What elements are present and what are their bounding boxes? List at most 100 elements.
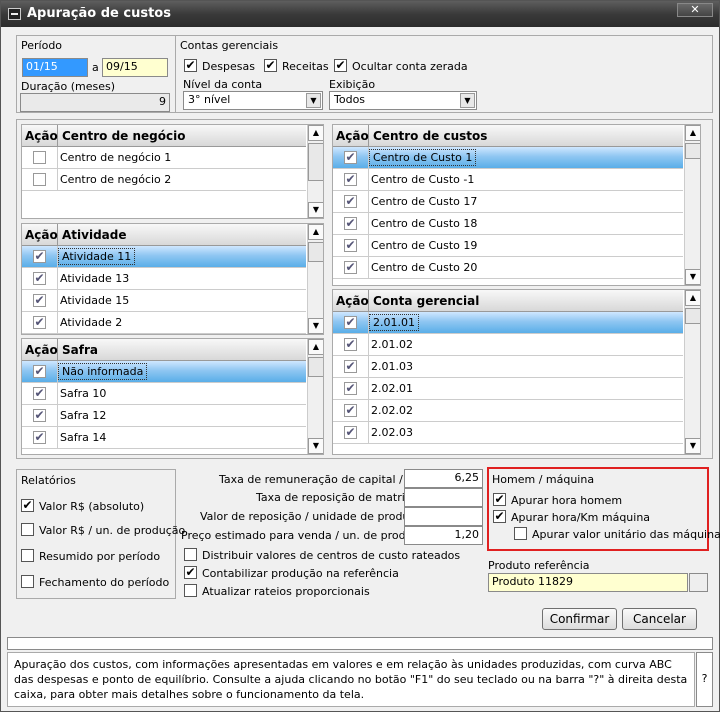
list-item[interactable]: ✔ 2.02.01 xyxy=(333,378,683,400)
taxa-input[interactable]: 6,25 xyxy=(404,469,483,488)
period-from-input[interactable]: 01/15 xyxy=(22,58,88,77)
produto-label: Produto referência xyxy=(488,559,590,572)
row-checkbox[interactable]: ✔ xyxy=(344,338,357,351)
ocultar-checkbox[interactable]: ✔ xyxy=(334,59,347,72)
list-item[interactable]: ✔ Centro de Custo 17 xyxy=(333,191,683,213)
row-checkbox[interactable]: ✔ xyxy=(33,431,46,444)
period-separator: a xyxy=(92,61,99,74)
scroll-thumb[interactable] xyxy=(685,308,700,324)
scroll-down-icon[interactable]: ▼ xyxy=(308,202,323,218)
valor-reposicao-input[interactable] xyxy=(404,507,483,526)
scroll-up-icon[interactable]: ▲ xyxy=(685,290,700,306)
valor-absoluto-checkbox[interactable]: ✔ xyxy=(21,499,34,512)
exibicao-select[interactable]: Todos ▼ xyxy=(329,91,477,110)
row-checkbox[interactable]: ✔ xyxy=(33,316,46,329)
list-item-selected[interactable]: ✔ 2.01.01 xyxy=(333,312,683,334)
main-window: Apuração de custos ✕ Período 01/15 a 09/… xyxy=(0,0,720,712)
row-checkbox[interactable]: ✔ xyxy=(33,387,46,400)
scroll-up-icon[interactable]: ▲ xyxy=(308,125,323,141)
row-checkbox[interactable]: ✔ xyxy=(344,426,357,439)
list-item[interactable]: ✔ Atividade 2 xyxy=(22,312,306,334)
period-to-input[interactable]: 09/15 xyxy=(102,58,168,77)
row-checkbox[interactable] xyxy=(33,151,46,164)
close-button[interactable]: ✕ xyxy=(677,3,713,17)
scrollbar[interactable]: ▲ ▼ xyxy=(307,224,323,334)
list-item[interactable]: ✔ Centro de Custo -1 xyxy=(333,169,683,191)
help-button[interactable]: ? xyxy=(696,652,713,707)
contabilizar-checkbox[interactable]: ✔ xyxy=(184,566,197,579)
scroll-thumb[interactable] xyxy=(308,143,323,181)
reposicao-input[interactable] xyxy=(404,488,483,507)
row-checkbox[interactable]: ✔ xyxy=(344,382,357,395)
list-item[interactable]: Centro de negócio 2 xyxy=(22,169,306,191)
confirmar-button[interactable]: Confirmar xyxy=(542,608,617,630)
list-item[interactable]: ✔ 2.02.03 xyxy=(333,422,683,444)
row-checkbox[interactable]: ✔ xyxy=(344,360,357,373)
window-menu-icon[interactable] xyxy=(8,8,21,20)
receitas-checkbox[interactable]: ✔ xyxy=(264,59,277,72)
produto-lookup-button[interactable] xyxy=(689,573,708,592)
scroll-thumb[interactable] xyxy=(308,242,323,262)
preco-input[interactable]: 1,20 xyxy=(404,526,483,545)
row-checkbox[interactable]: ✔ xyxy=(33,250,46,263)
list-item[interactable]: Centro de negócio 1 xyxy=(22,147,306,169)
list-item[interactable]: ✔ 2.01.02 xyxy=(333,334,683,356)
hora-homem-checkbox[interactable]: ✔ xyxy=(493,493,506,506)
cancelar-button[interactable]: Cancelar xyxy=(622,608,697,630)
row-checkbox[interactable]: ✔ xyxy=(344,151,357,164)
row-checkbox[interactable]: ✔ xyxy=(344,195,357,208)
scrollbar[interactable]: ▲ ▼ xyxy=(307,125,323,218)
scrollbar[interactable]: ▲ ▼ xyxy=(307,339,323,454)
row-checkbox[interactable]: ✔ xyxy=(33,272,46,285)
list-item[interactable]: ✔ 2.02.02 xyxy=(333,400,683,422)
list-item[interactable]: ✔ Safra 12 xyxy=(22,405,306,427)
list-item[interactable]: ✔ Atividade 15 xyxy=(22,290,306,312)
scroll-down-icon[interactable]: ▼ xyxy=(308,318,323,334)
row-checkbox[interactable]: ✔ xyxy=(344,316,357,329)
list-item-selected[interactable]: ✔ Não informada xyxy=(22,361,306,383)
scroll-thumb[interactable] xyxy=(685,143,700,159)
scroll-up-icon[interactable]: ▲ xyxy=(308,339,323,355)
scrollbar[interactable]: ▲ ▼ xyxy=(684,125,700,285)
valor-unitario-checkbox[interactable] xyxy=(514,527,527,540)
row-checkbox[interactable]: ✔ xyxy=(33,409,46,422)
scroll-down-icon[interactable]: ▼ xyxy=(685,269,700,285)
chevron-down-icon[interactable]: ▼ xyxy=(306,93,321,108)
hora-km-checkbox[interactable]: ✔ xyxy=(493,510,506,523)
nivel-select[interactable]: 3° nível ▼ xyxy=(183,91,323,110)
valor-unidade-label: Valor R$ / un. de produção xyxy=(39,524,186,537)
row-checkbox[interactable]: ✔ xyxy=(33,365,46,378)
valor-unidade-checkbox[interactable] xyxy=(21,523,34,536)
row-checkbox[interactable]: ✔ xyxy=(344,239,357,252)
produto-input[interactable]: Produto 11829 xyxy=(488,573,688,592)
scroll-down-icon[interactable]: ▼ xyxy=(685,438,700,454)
resumido-checkbox[interactable] xyxy=(21,549,34,562)
scroll-thumb[interactable] xyxy=(308,357,323,377)
list-item[interactable]: ✔ 2.01.03 xyxy=(333,356,683,378)
fechamento-checkbox[interactable] xyxy=(21,575,34,588)
list-item[interactable]: ✔ Centro de Custo 18 xyxy=(333,213,683,235)
scroll-down-icon[interactable]: ▼ xyxy=(308,438,323,454)
list-item[interactable]: ✔ Safra 14 xyxy=(22,427,306,449)
row-checkbox[interactable]: ✔ xyxy=(344,217,357,230)
scroll-up-icon[interactable]: ▲ xyxy=(685,125,700,141)
scrollbar[interactable]: ▲ ▼ xyxy=(684,290,700,454)
row-checkbox[interactable] xyxy=(33,173,46,186)
list-item[interactable]: ✔ Atividade 13 xyxy=(22,268,306,290)
list-item-selected[interactable]: ✔ Centro de Custo 1 xyxy=(333,147,683,169)
scroll-up-icon[interactable]: ▲ xyxy=(308,224,323,240)
despesas-checkbox[interactable]: ✔ xyxy=(184,59,197,72)
list-item[interactable]: ✔ Safra 10 xyxy=(22,383,306,405)
col-acao: Ação xyxy=(22,339,58,361)
row-checkbox[interactable]: ✔ xyxy=(344,404,357,417)
distribuir-checkbox[interactable] xyxy=(184,548,197,561)
row-checkbox[interactable]: ✔ xyxy=(33,294,46,307)
list-item-selected[interactable]: ✔ Atividade 11 xyxy=(22,246,306,268)
list-item[interactable]: ✔ Centro de Custo 19 xyxy=(333,235,683,257)
chevron-down-icon[interactable]: ▼ xyxy=(460,93,475,108)
row-checkbox[interactable]: ✔ xyxy=(344,261,357,274)
list-item[interactable]: ✔ Centro de Custo 20 xyxy=(333,257,683,279)
row-checkbox[interactable]: ✔ xyxy=(344,173,357,186)
atualizar-checkbox[interactable] xyxy=(184,584,197,597)
row-label: Safra 14 xyxy=(60,431,107,444)
